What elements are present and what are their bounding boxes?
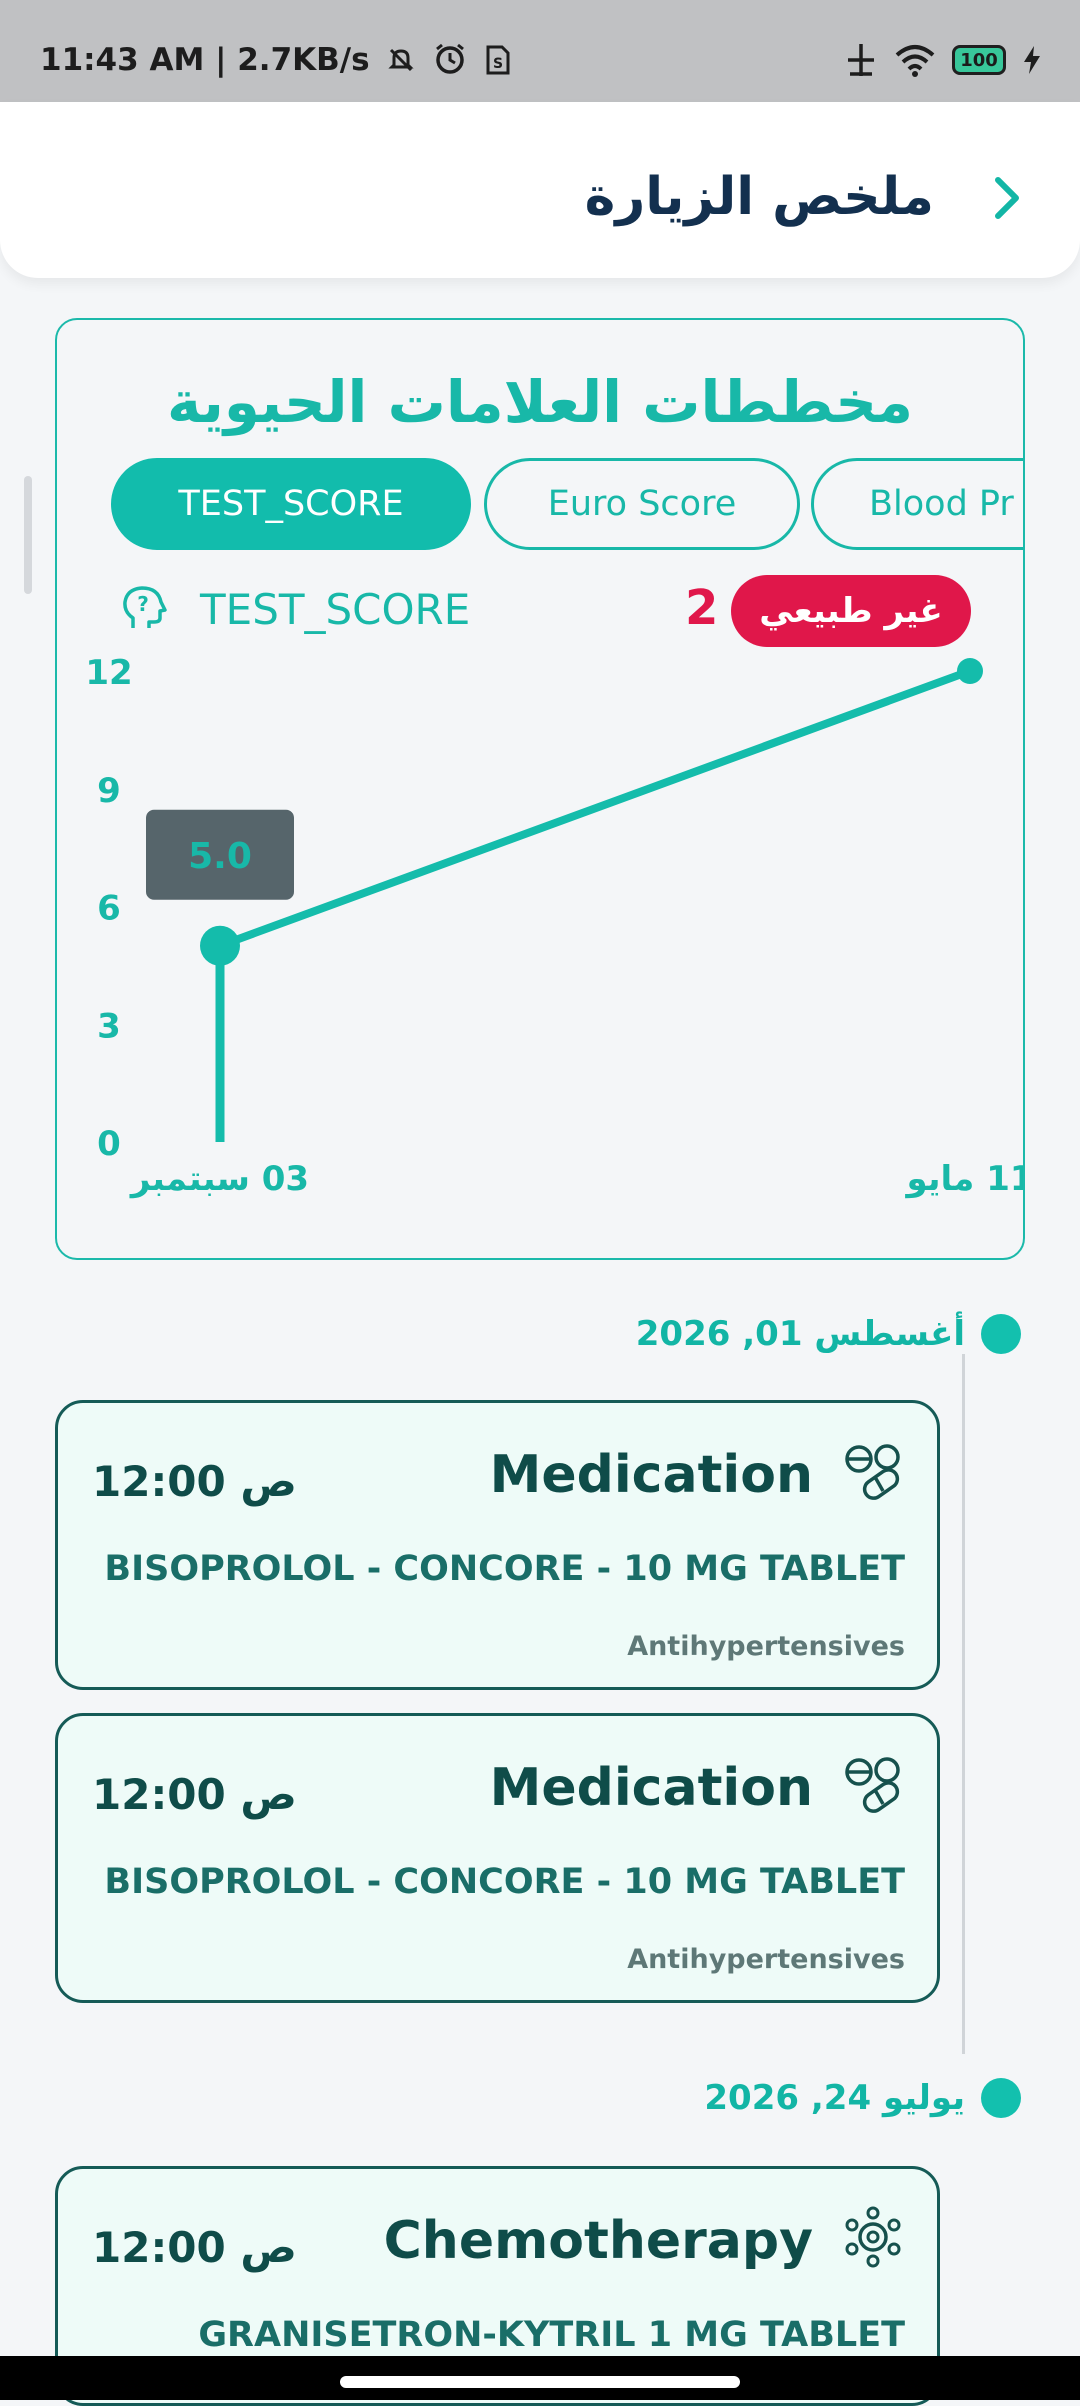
event-time: 12:00 ص bbox=[92, 1457, 297, 1506]
svg-text:S: S bbox=[493, 56, 503, 72]
network-icon bbox=[848, 44, 874, 76]
status-bar: 11:43 AM | 2.7KB/s S 100 bbox=[0, 0, 1080, 102]
tab-test-score[interactable]: TEST_SCORE bbox=[111, 458, 471, 550]
timeline-dot bbox=[981, 1314, 1021, 1354]
wifi-icon bbox=[895, 45, 935, 77]
svg-text:?: ? bbox=[137, 592, 149, 616]
y-tick-label: 6 bbox=[97, 889, 121, 929]
home-gesture-bar[interactable] bbox=[340, 2376, 740, 2388]
score-name: TEST_SCORE bbox=[200, 585, 471, 634]
abnormal-count: 2 bbox=[685, 580, 719, 636]
status-time: 11:43 AM | 2.7KB/s bbox=[40, 42, 370, 78]
vitals-chart-card: مخططات العلامات الحيوية TEST_SCORE Euro … bbox=[55, 318, 1025, 1260]
timeline-date: يوليو 24, 2026 bbox=[704, 2078, 965, 2118]
navigation-bar bbox=[0, 2356, 1080, 2400]
chemotherapy-molecule-icon bbox=[845, 2206, 901, 2268]
event-card-medication[interactable]: Medication 12:00 ص BISOPROLOL - CONCORE … bbox=[55, 1713, 940, 2003]
event-card-medication[interactable]: Medication 12:00 ص BISOPROLOL - CONCORE … bbox=[55, 1400, 940, 1690]
event-drug-class: Antihypertensives bbox=[627, 1944, 905, 1975]
chevron-right-icon bbox=[995, 177, 1019, 219]
pills-icon bbox=[845, 1444, 900, 1500]
vitals-tabs: TEST_SCORE Euro Score Blood Pr bbox=[111, 458, 1023, 554]
event-time: 12:00 ص bbox=[92, 1770, 297, 1819]
value-tooltip-text: 5.0 bbox=[188, 836, 252, 877]
event-time: 12:00 ص bbox=[92, 2223, 297, 2272]
event-drug: BISOPROLOL - CONCORE - 10 MG TABLET bbox=[104, 1862, 905, 1902]
event-drug-class: Antihypertensives bbox=[627, 1631, 905, 1662]
status-right: 100 bbox=[844, 40, 1042, 80]
y-tick-label: 0 bbox=[97, 1124, 121, 1164]
tab-blood-pressure[interactable]: Blood Pr bbox=[811, 458, 1023, 550]
data-point bbox=[957, 658, 983, 684]
y-tick-label: 12 bbox=[85, 653, 132, 693]
vitals-title: مخططات العلامات الحيوية bbox=[166, 368, 913, 436]
timeline-line bbox=[962, 1354, 965, 2054]
charging-icon bbox=[1024, 46, 1040, 74]
mute-icon bbox=[388, 48, 414, 72]
event-type: Medication bbox=[489, 1758, 813, 1818]
event-drug: GRANISETRON-KYTRIL 1 MG TABLET bbox=[198, 2315, 905, 2355]
abnormal-badge: غير طبيعي bbox=[731, 575, 971, 647]
alarm-icon bbox=[436, 43, 465, 74]
sim-icon: S bbox=[486, 45, 510, 75]
y-tick-label: 3 bbox=[97, 1006, 121, 1046]
event-drug: BISOPROLOL - CONCORE - 10 MG TABLET bbox=[104, 1549, 905, 1589]
event-type: Chemotherapy bbox=[383, 2211, 813, 2271]
timeline-dot bbox=[981, 2078, 1021, 2118]
y-tick-label: 9 bbox=[97, 771, 121, 811]
back-button[interactable] bbox=[980, 170, 1036, 226]
timeline-date: أغسطس 01, 2026 bbox=[635, 1314, 965, 1354]
vitals-line-chart: 0 3 6 9 12 03 سبتمبر 11 مايو 5.0 bbox=[85, 653, 1023, 1199]
pills-icon bbox=[845, 1757, 900, 1813]
status-left: 11:43 AM | 2.7KB/s S bbox=[40, 42, 512, 78]
header: ملخص الزيارة bbox=[0, 102, 1080, 278]
page-title: ملخص الزيارة bbox=[584, 167, 934, 227]
data-point bbox=[200, 925, 240, 966]
x-tick-label: 03 سبتمبر bbox=[129, 1159, 309, 1199]
battery-icon: 100 bbox=[952, 45, 1006, 75]
event-type: Medication bbox=[489, 1445, 813, 1505]
series-line bbox=[216, 667, 974, 950]
head-question-icon: ? bbox=[123, 586, 167, 628]
x-tick-label: 11 مايو bbox=[904, 1159, 1023, 1199]
tab-euro-score[interactable]: Euro Score bbox=[484, 458, 800, 550]
scroll-indicator bbox=[24, 476, 32, 594]
